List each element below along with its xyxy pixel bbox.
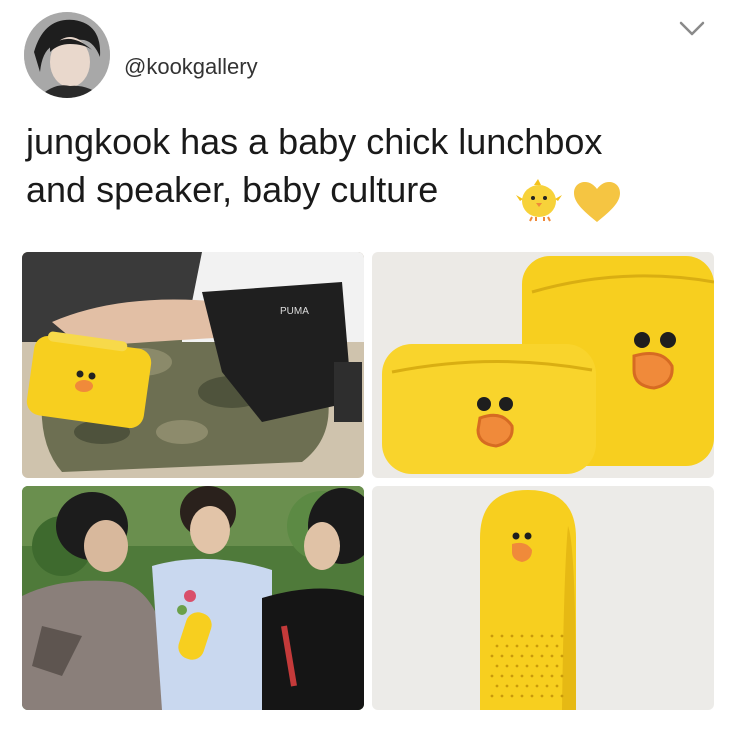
yellow-heart-emoji	[572, 180, 622, 229]
photo-people-speaker[interactable]	[22, 486, 364, 710]
chick-emoji	[514, 177, 564, 228]
photo-chick-speaker[interactable]	[372, 486, 714, 710]
avatar-photo	[24, 12, 110, 98]
chevron-down-icon[interactable]	[678, 18, 706, 40]
svg-text:PUMA: PUMA	[280, 306, 309, 317]
photo-lunchbox-pouches[interactable]	[372, 252, 714, 478]
avatar[interactable]	[24, 12, 110, 98]
post-text-line-1: jungkook has a baby chick lunchbox	[26, 121, 603, 162]
username-handle[interactable]: @kookgallery	[124, 54, 258, 80]
photo-lunchbox-backpack[interactable]: PUMA	[22, 252, 364, 478]
